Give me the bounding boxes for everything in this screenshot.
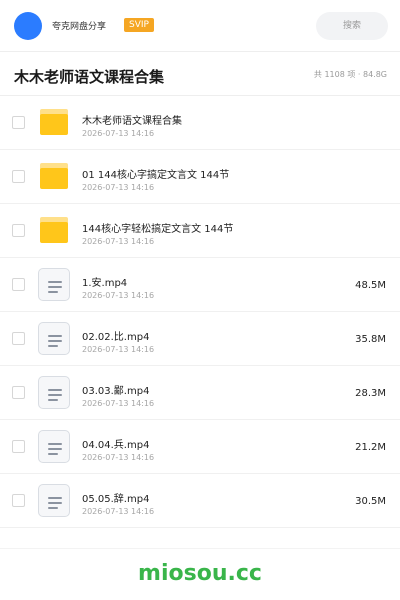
row-checkbox[interactable] (12, 116, 25, 129)
item-date: 2026-07-13 14:16 (82, 507, 155, 516)
item-name: 05.05.辞.mp4 (82, 494, 150, 505)
folder-icon (40, 163, 68, 189)
item-date: 2026-07-13 14:16 (82, 237, 155, 246)
file-icon (38, 268, 70, 301)
folder-icon (40, 109, 68, 135)
header: 夸克网盘分享 SVIP (0, 0, 400, 52)
search-input[interactable] (316, 12, 388, 40)
item-size: 21.2M (355, 442, 386, 453)
file-icon (38, 430, 70, 463)
brand-name: 夸克网盘分享 (52, 22, 107, 32)
item-name: 04.04.兵.mp4 (82, 440, 150, 451)
list-item[interactable]: 木木老师语文课程合集 2026-07-13 14:16 (0, 96, 400, 150)
footer: miosou.cc (0, 548, 400, 600)
row-checkbox[interactable] (12, 332, 25, 345)
item-size: 48.5M (355, 280, 386, 291)
item-name: 1.安.mp4 (82, 278, 128, 289)
row-checkbox[interactable] (12, 386, 25, 399)
list-item[interactable]: 1.安.mp4 2026-07-13 14:16 48.5M (0, 258, 400, 312)
list-item[interactable]: 144核心字轻松搞定文言文 144节 2026-07-13 14:16 (0, 204, 400, 258)
svip-badge: SVIP (124, 18, 154, 32)
item-name: 03.03.鄙.mp4 (82, 386, 150, 397)
folder-meta: 共 1108 项 · 84.8G (313, 70, 387, 79)
item-size: 30.5M (355, 496, 386, 507)
row-checkbox[interactable] (12, 224, 25, 237)
item-size: 35.8M (355, 334, 386, 345)
page-title: 木木老师语文课程合集 (14, 68, 165, 86)
item-date: 2026-07-13 14:16 (82, 453, 155, 462)
folder-icon (40, 217, 68, 243)
list-item[interactable]: 04.04.兵.mp4 2026-07-13 14:16 21.2M (0, 420, 400, 474)
list-item[interactable]: 02.02.比.mp4 2026-07-13 14:16 35.8M (0, 312, 400, 366)
list-item[interactable]: 01 144核心字搞定文言文 144节 2026-07-13 14:16 (0, 150, 400, 204)
logo-icon[interactable] (14, 12, 42, 40)
list-item[interactable]: 03.03.鄙.mp4 2026-07-13 14:16 28.3M (0, 366, 400, 420)
file-icon (38, 484, 70, 517)
file-icon (38, 322, 70, 355)
item-date: 2026-07-13 14:16 (82, 399, 155, 408)
item-date: 2026-07-13 14:16 (82, 345, 155, 354)
item-name: 01 144核心字搞定文言文 144节 (82, 170, 230, 181)
item-date: 2026-07-13 14:16 (82, 183, 155, 192)
row-checkbox[interactable] (12, 494, 25, 507)
item-name: 木木老师语文课程合集 (82, 116, 182, 127)
item-name: 144核心字轻松搞定文言文 144节 (82, 224, 234, 235)
row-checkbox[interactable] (12, 170, 25, 183)
watermark: miosou.cc (138, 561, 262, 586)
item-date: 2026-07-13 14:16 (82, 129, 155, 138)
file-list: 木木老师语文课程合集 2026-07-13 14:16 01 144核心字搞定文… (0, 96, 400, 528)
item-name: 02.02.比.mp4 (82, 332, 150, 343)
file-icon (38, 376, 70, 409)
item-date: 2026-07-13 14:16 (82, 291, 155, 300)
row-checkbox[interactable] (12, 440, 25, 453)
title-bar: 木木老师语文课程合集 共 1108 项 · 84.8G (0, 52, 400, 96)
item-size: 28.3M (355, 388, 386, 399)
row-checkbox[interactable] (12, 278, 25, 291)
list-item[interactable]: 05.05.辞.mp4 2026-07-13 14:16 30.5M (0, 474, 400, 528)
